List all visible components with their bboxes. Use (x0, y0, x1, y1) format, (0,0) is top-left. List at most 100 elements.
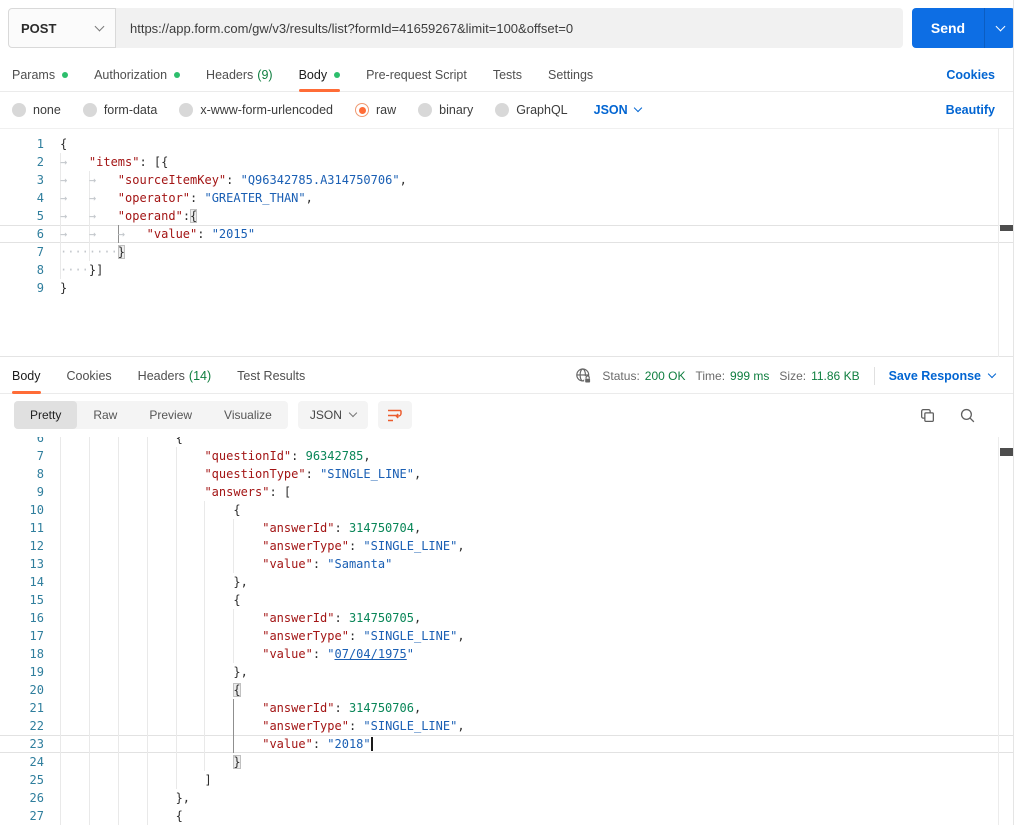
request-tabs: Params Authorization Headers (9) Body Pre-req… (0, 58, 1013, 92)
code-line[interactable]: 25] (0, 771, 1013, 789)
code-line[interactable]: 15 { (0, 591, 1013, 609)
tab-settings[interactable]: Settings (548, 58, 593, 91)
line-number: 6 (36, 227, 44, 241)
indent-guide (60, 483, 89, 501)
radio-option-binary[interactable]: binary (418, 103, 473, 117)
indent-guide (176, 681, 205, 699)
indent-guide (60, 519, 89, 537)
token-p: : (182, 209, 191, 223)
send-options-button[interactable] (985, 8, 1015, 48)
code-line[interactable]: 27 { (0, 807, 1013, 825)
code-line[interactable]: 2 → "items": [{ (0, 153, 1013, 171)
request-language-select[interactable]: JSON (594, 103, 642, 117)
request-body-editor[interactable]: 1{2 → "items": [{3 → → "sourceItemKey": "Q963… (0, 128, 1013, 357)
radio-option-none[interactable]: none (12, 103, 61, 117)
code-line[interactable]: 3 → → "sourceItemKey": "Q96342785.A31475070… (0, 171, 1013, 189)
radio-option-raw[interactable]: raw (355, 103, 396, 117)
code-line[interactable]: 18 "value": "07/04/1975" (0, 645, 1013, 663)
radio-option-x-www-form-urlencoded[interactable]: x-www-form-urlencoded (179, 103, 333, 117)
indent-guide (204, 519, 233, 537)
response-tab-test-results[interactable]: Test Results (237, 358, 305, 393)
indent-guide (204, 681, 233, 699)
code-line[interactable]: 11 "answerId": 314750704, (0, 519, 1013, 537)
save-response-button[interactable]: Save Response (889, 369, 997, 383)
code-line[interactable]: 22 "answerType": "SINGLE_LINE", (0, 717, 1013, 735)
token-n: 96342785 (305, 449, 364, 463)
view-tab-visualize[interactable]: Visualize (208, 401, 288, 429)
copy-response-button[interactable] (913, 403, 941, 427)
url-input[interactable] (116, 8, 903, 48)
code-line[interactable]: 21 "answerId": 314750706, (0, 699, 1013, 717)
response-tab-cookies[interactable]: Cookies (67, 358, 112, 393)
code-line[interactable]: 16 "answerId": 314750705, (0, 609, 1013, 627)
response-tab-body[interactable]: Body (12, 358, 41, 394)
wrap-lines-button[interactable] (377, 401, 412, 429)
response-body-editor[interactable]: 6{7 "questionId": 96342785, 8 "questionType… (0, 437, 1013, 825)
indent-guide (60, 789, 89, 807)
code-line[interactable]: 19}, (0, 663, 1013, 681)
beautify-link[interactable]: Beautify (946, 103, 995, 117)
tab-tests[interactable]: Tests (493, 58, 522, 91)
line-number: 27 (29, 809, 44, 823)
code-content: "questionType": "SINGLE_LINE", (60, 465, 1013, 483)
indent-guide (147, 771, 176, 789)
indent-guide: → (118, 225, 147, 243)
indent-guide (176, 717, 205, 735)
code-line[interactable]: 9} (0, 279, 1013, 297)
search-response-button[interactable] (953, 403, 981, 427)
code-line[interactable]: 8 ····}] (0, 261, 1013, 279)
cookies-link[interactable]: Cookies (946, 68, 995, 82)
scrollbar-thumb[interactable] (1000, 448, 1013, 456)
scrollbar-thumb[interactable] (1000, 225, 1013, 231)
code-line[interactable]: 5 → → "operand":{ (0, 207, 1013, 225)
tab-pre-request-script[interactable]: Pre-request Script (366, 58, 467, 91)
tab-body[interactable]: Body (298, 58, 341, 92)
code-line[interactable]: 14}, (0, 573, 1013, 591)
token-n: 314750706 (348, 701, 414, 715)
token-p: : (334, 701, 349, 715)
copy-icon (920, 408, 934, 422)
radio-option-form-data[interactable]: form-data (82, 103, 157, 117)
code-line[interactable]: 12 "answerType": "SINGLE_LINE", (0, 537, 1013, 555)
chevron-down-icon (633, 103, 642, 113)
response-language-select[interactable]: JSON (297, 401, 368, 429)
radio-option-graphql[interactable]: GraphQL (495, 103, 568, 117)
code-line[interactable]: 10 { (0, 501, 1013, 519)
indent-guide (147, 555, 176, 573)
code-line[interactable]: 26}, (0, 789, 1013, 807)
code-line[interactable]: 23 "value": "2018" (0, 735, 1013, 753)
green-dot-icon (62, 71, 69, 78)
code-line[interactable]: 20 { (0, 681, 1013, 699)
tab-headers[interactable]: Headers (9) (206, 58, 273, 91)
indent-guide (89, 483, 118, 501)
indent-guide (118, 627, 147, 645)
code-line[interactable]: 8 "questionType": "SINGLE_LINE", (0, 465, 1013, 483)
indent-guide (204, 609, 233, 627)
code-line[interactable]: 4 → → "operator": "GREATER_THAN", (0, 189, 1013, 207)
view-tab-raw[interactable]: Raw (77, 401, 133, 429)
request-editor-scrollbar[interactable] (998, 128, 1013, 357)
tab-params[interactable]: Params (12, 58, 69, 91)
response-editor-scrollbar[interactable] (998, 437, 1013, 825)
view-tab-preview[interactable]: Preview (133, 401, 208, 429)
code-content: → → "sourceItemKey": "Q96342785.A314750706… (60, 171, 1013, 189)
view-tab-pretty[interactable]: Pretty (14, 401, 78, 429)
tab-authorization[interactable]: Authorization (94, 58, 181, 91)
bracket-match: } (117, 245, 126, 259)
token-n: 314750705 (348, 611, 414, 625)
code-line[interactable]: 9 "answers": [ (0, 483, 1013, 501)
code-line[interactable]: 13 "value": "Samanta" (0, 555, 1013, 573)
code-line[interactable]: 17 "answerType": "SINGLE_LINE", (0, 627, 1013, 645)
code-line[interactable]: 6 → → → "value": "2015" (0, 225, 1013, 243)
method-select[interactable]: POST (8, 8, 116, 48)
response-tab-headers[interactable]: Headers (14) (138, 358, 211, 393)
code-line[interactable]: 24} (0, 753, 1013, 771)
indent-guide (176, 537, 205, 555)
code-line[interactable]: 7 "questionId": 96342785, (0, 447, 1013, 465)
token-s: " (327, 647, 335, 661)
code-line[interactable]: 7 ········} (0, 243, 1013, 261)
code-line[interactable]: 6{ (0, 437, 1013, 447)
send-button[interactable]: Send (912, 8, 985, 48)
code-line[interactable]: 1{ (0, 135, 1013, 153)
token-p: }] (88, 263, 104, 277)
